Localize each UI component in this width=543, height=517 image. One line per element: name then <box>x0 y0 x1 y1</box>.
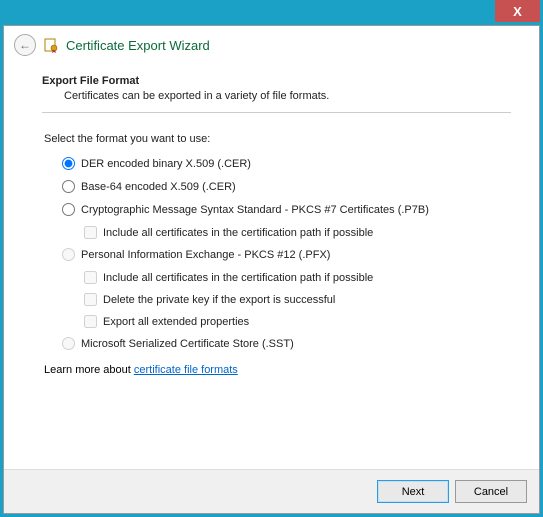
section-subtitle: Certificates can be exported in a variet… <box>64 90 511 102</box>
radio-base64[interactable] <box>62 180 75 193</box>
wizard-footer: Next Cancel <box>4 469 539 513</box>
option-pfx-ext: Export all extended properties <box>84 315 511 328</box>
wizard-title: Certificate Export Wizard <box>66 38 210 53</box>
radio-der[interactable] <box>62 157 75 170</box>
radio-pkcs7[interactable] <box>62 203 75 216</box>
label-pfx-delete: Delete the private key if the export is … <box>103 294 335 306</box>
learn-more-link[interactable]: certificate file formats <box>134 364 238 376</box>
radio-sst <box>62 337 75 350</box>
option-pkcs7: Cryptographic Message Syntax Standard - … <box>62 203 511 216</box>
divider <box>42 112 511 113</box>
close-icon: X <box>513 4 522 19</box>
option-sst: Microsoft Serialized Certificate Store (… <box>62 337 511 350</box>
label-pfx-ext: Export all extended properties <box>103 316 249 328</box>
certificate-icon <box>42 36 60 54</box>
label-pfx: Personal Information Exchange - PKCS #12… <box>81 249 330 261</box>
checkbox-pkcs7-include <box>84 226 97 239</box>
learn-more-prefix: Learn more about <box>44 364 134 376</box>
section-title: Export File Format <box>42 75 511 87</box>
option-der: DER encoded binary X.509 (.CER) <box>62 157 511 170</box>
label-sst: Microsoft Serialized Certificate Store (… <box>81 338 294 350</box>
label-pkcs7-include: Include all certificates in the certific… <box>103 227 373 239</box>
label-base64: Base-64 encoded X.509 (.CER) <box>81 181 236 193</box>
wizard-header: ← Certificate Export Wizard <box>4 26 539 60</box>
back-button[interactable]: ← <box>14 34 36 56</box>
learn-more: Learn more about certificate file format… <box>44 364 511 376</box>
next-button[interactable]: Next <box>377 480 449 503</box>
option-pkcs7-include: Include all certificates in the certific… <box>84 226 511 239</box>
option-pfx-delete: Delete the private key if the export is … <box>84 293 511 306</box>
radio-pfx <box>62 248 75 261</box>
wizard-window: ← Certificate Export Wizard Export File … <box>3 25 540 514</box>
checkbox-pfx-include <box>84 271 97 284</box>
option-pfx-include: Include all certificates in the certific… <box>84 271 511 284</box>
label-pfx-include: Include all certificates in the certific… <box>103 272 373 284</box>
format-prompt: Select the format you want to use: <box>44 133 511 145</box>
back-arrow-icon: ← <box>19 38 31 52</box>
wizard-content: Export File Format Certificates can be e… <box>4 60 539 469</box>
label-der: DER encoded binary X.509 (.CER) <box>81 158 251 170</box>
checkbox-pfx-ext <box>84 315 97 328</box>
option-base64: Base-64 encoded X.509 (.CER) <box>62 180 511 193</box>
format-options: DER encoded binary X.509 (.CER) Base-64 … <box>62 157 511 350</box>
option-pfx: Personal Information Exchange - PKCS #12… <box>62 248 511 261</box>
checkbox-pfx-delete <box>84 293 97 306</box>
cancel-button[interactable]: Cancel <box>455 480 527 503</box>
close-button[interactable]: X <box>495 0 540 22</box>
label-pkcs7: Cryptographic Message Syntax Standard - … <box>81 204 429 216</box>
